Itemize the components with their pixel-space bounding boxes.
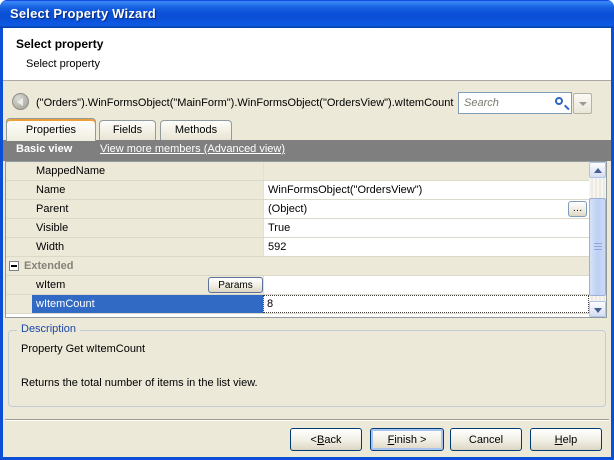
dialog-body: Select property Select property ("Orders… (3, 28, 611, 457)
grid-row-witemcount[interactable]: wItemCount 8 (6, 295, 589, 314)
back-button[interactable] (12, 93, 29, 110)
property-name: Width (32, 238, 263, 256)
back-arrow-icon (17, 98, 23, 106)
property-name: wItemCount (32, 295, 263, 313)
help-rest: elp (563, 434, 578, 446)
vertical-scrollbar[interactable] (589, 162, 606, 317)
grid-row-mappedname[interactable]: MappedName (6, 162, 589, 181)
scroll-up-button[interactable] (589, 162, 606, 178)
back-nav-button[interactable]: <Back (290, 428, 362, 451)
ellipsis-button[interactable]: … (568, 201, 587, 217)
row-indent (6, 238, 32, 256)
property-name: Name (32, 181, 263, 199)
description-title: Description (17, 323, 80, 335)
view-mode-label: Basic view (16, 143, 72, 155)
property-value: True (263, 219, 589, 237)
tab-strip: Properties Fields Methods (3, 118, 611, 141)
grid-row-visible[interactable]: Visible True (6, 219, 589, 238)
page-title: Select property (16, 37, 103, 51)
grid-empty-area (6, 314, 589, 317)
row-indent (6, 219, 32, 237)
window-title: Select Property Wizard (10, 6, 156, 21)
title-bar[interactable]: Select Property Wizard (0, 0, 614, 28)
tab-properties[interactable]: Properties (6, 118, 96, 141)
tab-fields[interactable]: Fields (99, 120, 156, 141)
triangle-up-icon (594, 168, 602, 173)
select-property-wizard-dialog: Select Property Wizard Select property S… (0, 0, 614, 460)
advanced-view-link[interactable]: View more members (Advanced view) (100, 143, 285, 155)
row-indent (6, 276, 32, 294)
tab-methods-label: Methods (175, 124, 217, 136)
description-signature: Property Get wItemCount (21, 343, 145, 355)
row-indent (6, 181, 32, 199)
finish-button[interactable]: Finish > (370, 428, 444, 451)
property-value-text: (Object) (268, 203, 307, 215)
row-indent (6, 295, 32, 313)
footer-separator (5, 419, 609, 421)
group-header-label: Extended (24, 260, 74, 272)
tab-methods[interactable]: Methods (160, 120, 232, 141)
description-text: Returns the total number of items in the… (21, 377, 258, 389)
help-button[interactable]: Help (530, 428, 602, 451)
scroll-down-button[interactable] (589, 301, 606, 317)
search-placeholder: Search (464, 97, 499, 109)
property-name: MappedName (32, 162, 263, 180)
row-indent (6, 200, 32, 218)
grid-row-parent[interactable]: Parent (Object) … (6, 200, 589, 219)
view-mode-bar: Basic view View more members (Advanced v… (3, 140, 611, 161)
collapse-minus-icon[interactable] (9, 261, 19, 271)
property-value: 592 (263, 238, 589, 256)
scrollbar-thumb[interactable] (589, 198, 606, 296)
property-value (263, 276, 589, 294)
property-value (263, 162, 589, 180)
search-icon[interactable] (555, 97, 563, 105)
property-value-editor[interactable]: 8 (263, 295, 589, 313)
page-subtitle: Select property (26, 58, 100, 70)
object-path: ("Orders").WinFormsObject("MainForm").Wi… (36, 97, 454, 109)
row-indent (6, 162, 32, 180)
property-name: Visible (32, 219, 263, 237)
tab-properties-label: Properties (26, 124, 76, 136)
chevron-down-icon (579, 102, 587, 106)
triangle-down-icon (594, 308, 602, 313)
grid-row-witem[interactable]: wItem Params (6, 276, 589, 295)
params-button[interactable]: Params (208, 277, 263, 293)
back-nav-rest: ack (324, 434, 341, 446)
grid-row-name[interactable]: Name WinFormsObject("OrdersView") (6, 181, 589, 200)
property-name: Parent (32, 200, 263, 218)
wizard-header: Select property Select property (3, 28, 611, 81)
grid-row-width[interactable]: Width 592 (6, 238, 589, 257)
cancel-button[interactable]: Cancel (450, 428, 522, 451)
description-groupbox: Description Property Get wItemCount Retu… (8, 330, 606, 407)
property-value: WinFormsObject("OrdersView") (263, 181, 589, 199)
group-header-extended[interactable]: Extended (6, 257, 589, 276)
tab-fields-label: Fields (113, 124, 142, 136)
property-value: (Object) (263, 200, 589, 218)
property-grid: MappedName Name WinFormsObject("OrdersVi… (5, 161, 607, 318)
finish-rest: inish > (394, 434, 426, 446)
search-dropdown-button[interactable] (573, 93, 592, 114)
help-accesskey: H (555, 434, 563, 446)
search-input[interactable]: Search (458, 92, 572, 114)
